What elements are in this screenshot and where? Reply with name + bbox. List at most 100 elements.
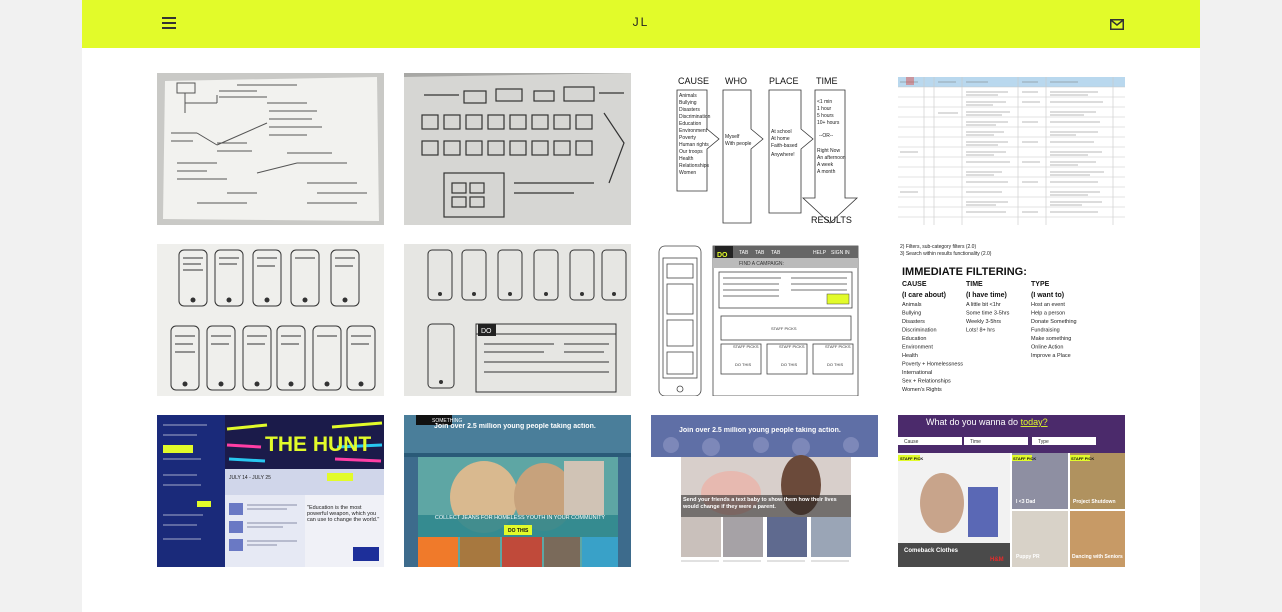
wireframe-nav-item: TAB	[771, 250, 781, 256]
notes-cause-item: Education	[902, 336, 926, 342]
wireframe-nav-item: HELP	[813, 250, 827, 256]
cause-item: Discrimination	[679, 114, 711, 120]
text-baby-headline: Join over 2.5 million young people takin…	[679, 427, 841, 434]
wireframe-card-button: DO THIS	[735, 362, 751, 367]
caption-puppy-pr: Puppy PR	[1016, 554, 1040, 560]
notes-cause-item: Discrimination	[902, 328, 937, 334]
caption-comeback-clothes: Comeback Clothes	[904, 548, 959, 554]
notes-column-title: CAUSE	[902, 281, 927, 288]
cause-item: Poverty	[679, 135, 696, 141]
tile-immediate-filtering-notes[interactable]: 2) Filters, sub-category filters (2.0) 3…	[898, 244, 1125, 396]
site-logo[interactable]: JL	[82, 15, 1200, 29]
staff-pick-badge: STAFF PICK	[1013, 456, 1036, 461]
notes-type-item: Improve a Place	[1031, 353, 1071, 359]
notes-cause-item: Poverty + Homelessness	[902, 362, 963, 368]
tile-sketch-mobile-screens[interactable]	[157, 244, 384, 396]
tile-wireframe-desktop-mobile[interactable]: DO TAB TAB TAB HELP SIGN IN FIND A CAMPA…	[651, 244, 878, 396]
notes-cause-item: Sex + Relationships	[902, 379, 951, 385]
tile-mockup-text-baby[interactable]: Join over 2.5 million young people takin…	[651, 415, 878, 567]
place-item: Anywhere!	[771, 152, 795, 158]
notes-time-item: A little bit <1hr	[966, 302, 1001, 308]
staff-pick-badge: STAFF PICK	[900, 456, 923, 461]
notes-cause-item: Women's Rights	[902, 387, 942, 393]
notes-type-item: Fundraising	[1031, 328, 1060, 334]
notes-time-item: Weekly 3-5hrs	[966, 319, 1001, 325]
wireframe-nav-item: TAB	[739, 250, 749, 256]
cause-item: Women	[679, 170, 696, 176]
svg-text:What do you wanna do today?: What do you wanna do today?	[926, 417, 1048, 427]
notes-cause-item: Bullying	[902, 311, 921, 317]
tile-sketch-sitemap[interactable]	[157, 73, 384, 225]
notes-type-item: Online Action	[1031, 345, 1063, 351]
cause-item: Relationships	[679, 163, 710, 169]
place-item: Faith-based	[771, 143, 798, 149]
diagram-heading-time: TIME	[816, 76, 838, 86]
notes-column-subtitle: (I care about)	[902, 292, 946, 299]
diagram-results-label: RESULTS	[811, 215, 852, 225]
tile-mockup-what-do-you-wanna-do[interactable]: What do you wanna do today? Cause Time T…	[898, 415, 1125, 567]
notes-cause-item: Disasters	[902, 319, 925, 325]
time-item: <1 min	[817, 99, 832, 105]
notes-column-title: TIME	[966, 281, 983, 288]
tile-mockup-jeans-campaign[interactable]: SOMETHING Join over 2.5 million young pe…	[404, 415, 631, 567]
time-item: A week	[817, 162, 834, 168]
notes-cause-item: Animals	[902, 302, 922, 308]
cause-item: Our troops	[679, 149, 703, 155]
diagram-heading-place: PLACE	[769, 76, 799, 86]
wanna-do-today-link[interactable]: today?	[1021, 417, 1048, 427]
cause-item: Environment	[679, 128, 708, 134]
tile-cause-who-place-time-diagram[interactable]: CAUSE WHO PLACE TIME Animals Bullying Di…	[651, 73, 878, 225]
wireframe-card-label: STAFF PICKS	[825, 344, 851, 349]
notes-cause-item: Health	[902, 353, 918, 359]
time-item: --OR--	[819, 133, 833, 139]
notes-type-item: Make something	[1031, 336, 1071, 342]
filter-time[interactable]: Time	[970, 439, 981, 445]
tile-spreadsheet-user-stories[interactable]	[898, 73, 1125, 225]
notes-time-item: Lots! 8+ hrs	[966, 328, 995, 334]
time-item: 5 hours	[817, 113, 834, 119]
hunt-title: THE HUNT	[265, 433, 371, 456]
notes-line: 2) Filters, sub-category filters (2.0)	[900, 244, 976, 250]
tile-mockup-the-hunt[interactable]: THE HUNT JULY 14 - JULY 25 "Education is…	[157, 415, 384, 567]
jeans-cta: DO THIS	[508, 528, 529, 534]
caption-project-shutdown: Project Shutdown	[1073, 499, 1116, 505]
diagram-heading-cause: CAUSE	[678, 76, 709, 86]
notes-type-item: Help a person	[1031, 311, 1065, 317]
time-item: A month	[817, 169, 836, 175]
time-item: Right Now	[817, 148, 840, 154]
who-item: With people	[725, 141, 752, 147]
wireframe-find-label: FIND A CAMPAIGN:	[739, 261, 784, 267]
caption-i-love-dad: I <3 Dad	[1016, 499, 1035, 505]
cause-item: Bullying	[679, 100, 697, 106]
tile-sketch-mobile-and-desktop[interactable]: DO	[404, 244, 631, 396]
place-item: At home	[771, 136, 790, 142]
tile-sketch-wireframe-flow[interactable]	[404, 73, 631, 225]
diagram-heading-who: WHO	[725, 76, 747, 86]
hunt-date: JULY 14 - JULY 25	[229, 475, 271, 481]
who-item: Myself	[725, 134, 740, 140]
time-item: 1 hour	[817, 106, 832, 112]
mail-envelope-icon[interactable]	[1110, 17, 1124, 30]
notes-type-item: Host an event	[1031, 302, 1065, 308]
notes-column-subtitle: (I have time)	[966, 292, 1007, 299]
wireframe-card-label: STAFF PICKS	[733, 344, 759, 349]
caption-dancing-with-seniors: Dancing with Seniors	[1072, 554, 1123, 560]
notes-type-item: Donate Something	[1031, 319, 1077, 325]
wireframe-staff-picks: STAFF PICKS	[771, 326, 797, 331]
filter-cause[interactable]: Cause	[904, 439, 919, 445]
notes-heading: IMMEDIATE FILTERING:	[902, 266, 1027, 278]
wireframe-card-label: STAFF PICKS	[779, 344, 805, 349]
time-item: 10+ hours	[817, 120, 840, 126]
hunt-quote: "Education is the most powerful weapon, …	[307, 505, 380, 524]
notes-line: 3) Search within results functionality (…	[900, 251, 992, 257]
wireframe-nav-item: TAB	[755, 250, 765, 256]
wanna-do-headline: What do you wanna do	[926, 417, 1021, 427]
svg-text:DO: DO	[481, 328, 492, 335]
wireframe-card-button: DO THIS	[781, 362, 797, 367]
page: JL CAUSE WHO PLACE TIME Animals Bullying…	[82, 0, 1200, 612]
filter-type[interactable]: Type	[1038, 439, 1049, 445]
wireframe-nav-item: SIGN IN	[831, 250, 850, 256]
cause-item: Animals	[679, 93, 697, 99]
cause-item: Disasters	[679, 107, 700, 113]
wireframe-brand: DO	[717, 252, 728, 259]
